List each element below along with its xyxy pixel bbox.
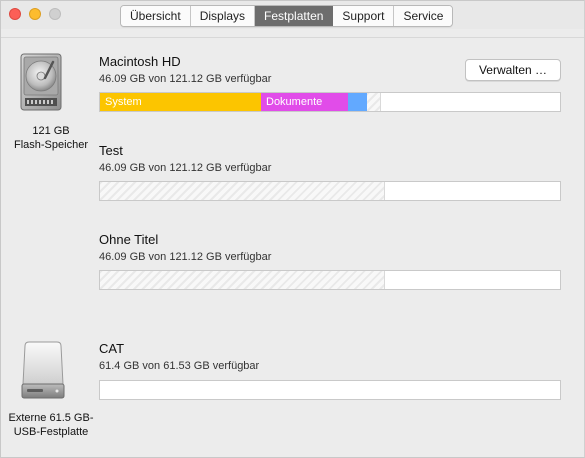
internal-drive-type: Flash-Speicher	[14, 139, 88, 151]
external-drive-icon	[19, 338, 67, 400]
volume-name-test: Test	[99, 143, 123, 158]
usage-segment-purgeable	[366, 93, 381, 111]
close-window-button[interactable]	[9, 8, 21, 20]
tab-bar: Übersicht Displays Festplatten Support S…	[120, 5, 454, 27]
about-this-mac-window: Übersicht Displays Festplatten Support S…	[0, 0, 585, 458]
usage-segment-documents: Dokumente	[261, 93, 349, 111]
external-drive-capacity: Externe 61.5 GB-	[8, 412, 94, 424]
storage-usage-bar: System Dokumente	[99, 92, 561, 112]
volume-availability-ohne-titel: 46.09 GB von 121.12 GB verfügbar	[99, 251, 272, 263]
volume-availability-macintosh-hd: 46.09 GB von 121.12 GB verfügbar	[99, 73, 272, 85]
internal-drive-icon	[17, 52, 65, 114]
tab-service[interactable]: Service	[394, 6, 453, 26]
storage-usage-bar	[99, 270, 561, 290]
manage-button[interactable]: Verwalten …	[465, 59, 561, 81]
storage-usage-bar	[99, 380, 561, 400]
volume-name-macintosh-hd: Macintosh HD	[99, 54, 181, 69]
usage-segment-other	[100, 271, 386, 289]
usage-segment-system: System	[100, 93, 261, 111]
minimize-window-button[interactable]	[29, 8, 41, 20]
usage-segment-other-apps	[348, 93, 367, 111]
volume-name-ohne-titel: Ohne Titel	[99, 232, 159, 247]
tab-support[interactable]: Support	[333, 6, 395, 26]
tab-storage[interactable]: Festplatten	[255, 6, 334, 26]
volume-availability-test: 46.09 GB von 121.12 GB verfügbar	[99, 162, 272, 174]
zoom-window-button[interactable]	[49, 8, 61, 20]
internal-drive-capacity: 121 GB	[32, 125, 70, 137]
volume-name-cat: CAT	[99, 341, 125, 356]
title-bar: Übersicht Displays Festplatten Support S…	[1, 1, 584, 29]
volume-availability-cat: 61.4 GB von 61.53 GB verfügbar	[99, 360, 260, 372]
usage-segment-other	[100, 182, 386, 200]
storage-usage-bar	[99, 181, 561, 201]
external-drive-type: USB-Festplatte	[13, 426, 89, 438]
tab-overview[interactable]: Übersicht	[121, 6, 191, 26]
storage-pane: 121 GB Flash-Speicher Macintosh HD 46.09…	[1, 37, 584, 458]
tab-displays[interactable]: Displays	[190, 6, 256, 26]
